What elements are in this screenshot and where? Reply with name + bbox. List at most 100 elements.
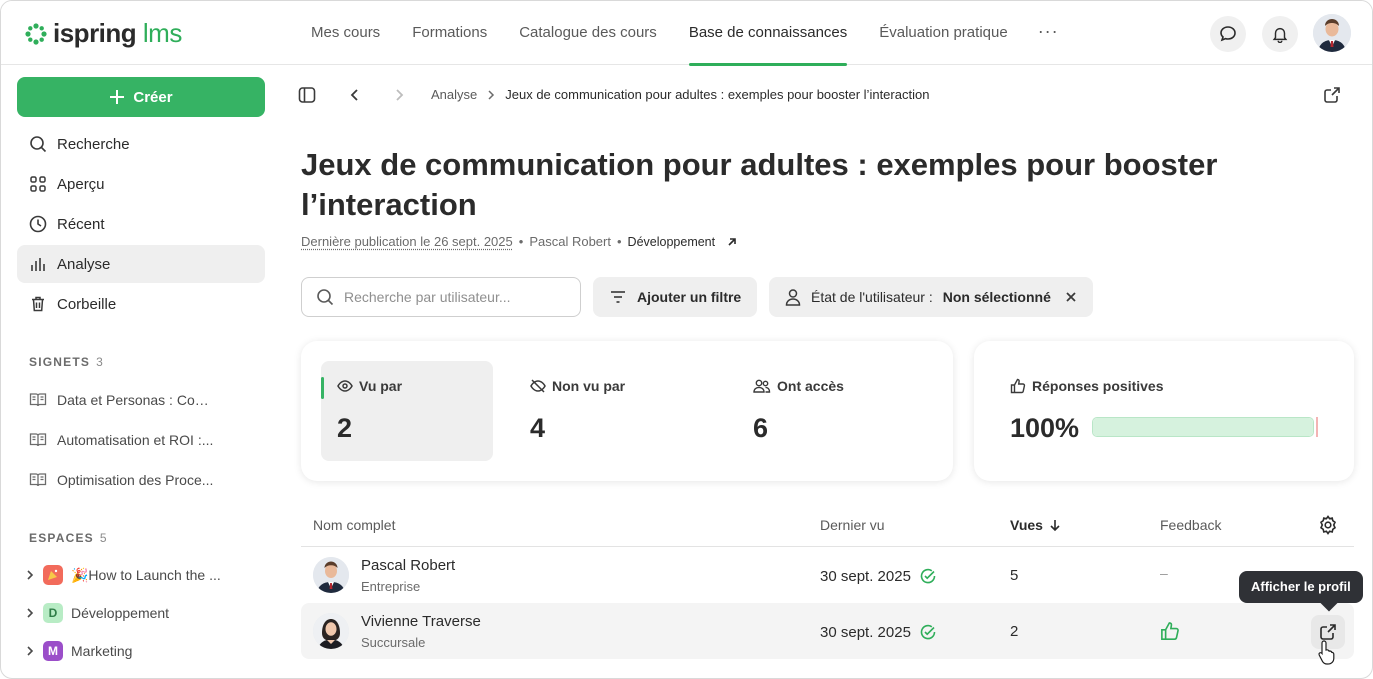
feedback-empty: – (1160, 565, 1168, 581)
space-badge: M (43, 641, 63, 661)
space-item-developpement[interactable]: D Développement (25, 597, 265, 629)
space-label: Marketing (71, 643, 133, 659)
space-badge: D (43, 603, 63, 623)
breadcrumb: Analyse Jeux de communication pour adult… (431, 87, 929, 102)
nav-base-connaissances[interactable]: Base de connaissances (673, 1, 863, 66)
sidebar-item-recent[interactable]: Récent (17, 205, 265, 243)
published-date: Dernière publication le 26 sept. 2025 (301, 234, 513, 249)
nav-catalogue[interactable]: Catalogue des cours (503, 1, 673, 65)
settings-icon[interactable] (1318, 515, 1338, 535)
column-header-feedback[interactable]: Feedback (1160, 517, 1221, 533)
main-content: Analyse Jeux de communication pour adult… (281, 65, 1372, 678)
bookmark-item[interactable]: Data et Personas : Com... (29, 384, 265, 416)
close-icon[interactable] (1065, 291, 1077, 303)
logo[interactable]: ispring lms (25, 18, 182, 49)
mouse-cursor-icon (1317, 639, 1337, 665)
avatar (313, 557, 349, 593)
book-icon (29, 433, 47, 447)
user-state-filter[interactable]: État de l'utilisateur : Non sélectionné (769, 277, 1093, 317)
party-icon (43, 565, 63, 585)
bookmarks-section-title[interactable]: SIGNETS 3 (29, 355, 104, 369)
space-link[interactable]: Développement (628, 235, 716, 249)
users-icon (753, 379, 771, 393)
nav-evaluation-pratique[interactable]: Évaluation pratique (863, 1, 1023, 65)
user-avatar[interactable] (1313, 14, 1351, 52)
column-header-dernier-vu[interactable]: Dernier vu (820, 517, 885, 533)
space-label: 🎉How to Launch the ... (71, 566, 221, 583)
user-state-label: État de l'utilisateur : (811, 289, 933, 305)
forward-icon[interactable] (388, 84, 410, 106)
page-title: Jeux de communication pour adultes : exe… (301, 147, 1218, 222)
chevron-right-icon (488, 89, 495, 100)
sidebar-item-analyse[interactable]: Analyse (17, 245, 265, 283)
table-row[interactable]: Pascal Robert Entreprise 30 sept. 2025 5… (301, 547, 1354, 603)
sidebar-item-corbeille[interactable]: Corbeille (17, 285, 265, 323)
stat-label: Non vu par (552, 378, 626, 394)
bookmark-item[interactable]: Optimisation des Proce... (29, 464, 265, 496)
user-search-input[interactable] (344, 289, 564, 305)
avatar (313, 613, 349, 649)
user-org: Succursale (361, 635, 426, 650)
filter-icon (611, 291, 625, 303)
chat-button[interactable] (1210, 16, 1246, 52)
positive-progress-bar (1092, 417, 1314, 437)
notifications-button[interactable] (1262, 16, 1298, 52)
sidebar-item-apercu[interactable]: Aperçu (17, 165, 265, 203)
sidebar-item-label: Aperçu (57, 175, 105, 193)
breadcrumb-parent[interactable]: Analyse (431, 87, 477, 102)
toggle-sidebar-icon[interactable] (296, 84, 318, 106)
user-org: Entreprise (361, 579, 421, 594)
column-header-vues[interactable]: Vues (1010, 517, 1061, 533)
spaces-section-title[interactable]: ESPACES 5 (29, 531, 108, 545)
add-filter-button[interactable]: Ajouter un filtre (593, 277, 758, 317)
stat-non-vu-par[interactable]: Non vu par 4 (514, 361, 686, 461)
logo-text: ispring lms (53, 18, 182, 48)
user-name[interactable]: Vivienne Traverse (361, 613, 481, 630)
app-window: ispring lms Mes cours Formations Catalog… (0, 0, 1373, 679)
views-count: 5 (1010, 567, 1019, 584)
chevron-right-icon[interactable] (25, 645, 35, 657)
arrow-up-right-icon[interactable] (725, 235, 739, 249)
check-circle-icon (920, 568, 936, 584)
eye-icon (337, 380, 353, 392)
book-icon (29, 393, 47, 407)
sidebar-item-label: Corbeille (57, 295, 117, 313)
user-icon (785, 289, 801, 306)
space-item-how-to-launch[interactable]: 🎉How to Launch the ... (25, 559, 265, 591)
check-circle-icon (920, 624, 936, 640)
back-icon[interactable] (344, 84, 366, 106)
create-button-label: Créer (133, 88, 173, 106)
add-filter-label: Ajouter un filtre (637, 289, 742, 305)
stat-value: 4 (530, 413, 546, 443)
stat-label: Vu par (359, 378, 403, 394)
nav-formations[interactable]: Formations (396, 1, 503, 65)
search-icon (317, 289, 334, 306)
thumbs-up-icon (1010, 378, 1026, 394)
stat-ont-acces[interactable]: Ont accès 6 (737, 361, 909, 461)
positive-percent: 100% (1010, 413, 1080, 443)
eye-off-icon (530, 379, 546, 393)
open-external-icon[interactable] (1321, 84, 1343, 106)
nav-mes-cours[interactable]: Mes cours (295, 1, 396, 65)
stat-vu-par[interactable]: Vu par 2 (321, 361, 493, 461)
table-row[interactable]: Vivienne Traverse Succursale 30 sept. 20… (301, 603, 1354, 659)
bookmark-item[interactable]: Automatisation et ROI :... (29, 424, 265, 456)
search-icon (29, 135, 47, 153)
space-item-marketing[interactable]: M Marketing (25, 635, 265, 667)
sort-down-icon (1050, 520, 1060, 532)
book-icon (29, 473, 47, 487)
table-header: Nom complet Dernier vu Vues Feedback (301, 501, 1354, 547)
nav-more-button[interactable]: ··· (1024, 1, 1073, 65)
create-button[interactable]: Créer (17, 77, 265, 117)
stat-label: Réponses positives (1032, 378, 1164, 394)
chevron-right-icon[interactable] (25, 607, 35, 619)
user-name[interactable]: Pascal Robert (361, 557, 455, 574)
negative-progress-marker (1316, 417, 1318, 437)
user-search-field[interactable] (301, 277, 581, 317)
sidebar-item-recherche[interactable]: Recherche (17, 125, 265, 163)
chevron-right-icon[interactable] (25, 569, 35, 581)
chat-icon (1220, 26, 1236, 42)
column-header-nom[interactable]: Nom complet (313, 517, 395, 533)
user-state-value: Non sélectionné (942, 289, 1051, 305)
top-bar: ispring lms Mes cours Formations Catalog… (1, 1, 1372, 66)
